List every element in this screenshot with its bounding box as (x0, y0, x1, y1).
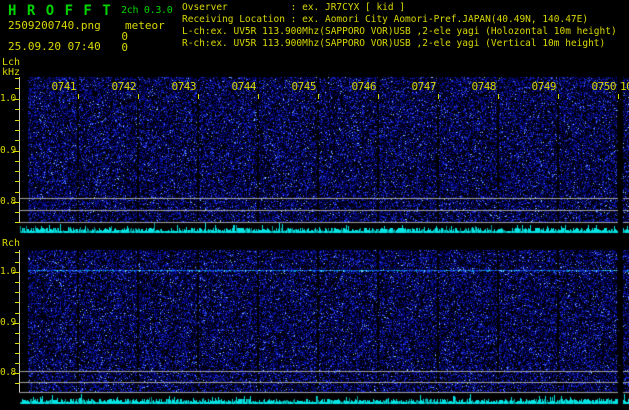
frequency-minor-tick (15, 171, 20, 172)
station-info-line: L-ch:ex. UV5R 113.900Mhz(SAPPORO VOR)USB… (182, 26, 617, 37)
frequency-minor-tick (15, 292, 20, 293)
station-info-line: R-ch:ex. UV5R 113.900Mhz(SAPPORO VOR)USB… (182, 38, 606, 49)
frequency-minor-tick (15, 78, 20, 79)
frequency-tick-label: 0.9 (0, 145, 16, 156)
time-tick-label: 0747 (411, 80, 437, 93)
station-info-line: Receiving Location : ex. Aomori City Aom… (182, 14, 589, 25)
time-tick (138, 94, 139, 99)
frequency-minor-tick (15, 88, 20, 89)
time-tick-label: 0743 (171, 80, 197, 93)
frequency-minor-tick (15, 120, 20, 121)
frequency-minor-tick (15, 161, 20, 162)
frequency-major-tick (13, 202, 20, 203)
time-tick (558, 94, 559, 99)
time-tick-label: 0741 (51, 80, 77, 93)
frequency-minor-tick (15, 353, 20, 354)
frequency-major-tick (13, 272, 20, 273)
time-tick (258, 94, 259, 99)
time-tick-label: 0742 (111, 80, 137, 93)
output-filename: 2509200740.png (8, 19, 101, 32)
frequency-major-tick (13, 373, 20, 374)
frequency-minor-tick (15, 282, 20, 283)
frequency-minor-tick (15, 333, 20, 334)
frequency-minor-tick (15, 383, 20, 384)
rch-channel-label: Rch (2, 238, 21, 249)
time-tick-label: 0746 (351, 80, 377, 93)
echo-count-short: 0 (121, 41, 128, 54)
frequency-minor-tick (15, 140, 20, 141)
time-unit-label-partial: 10s (620, 81, 629, 92)
frequency-major-tick (13, 151, 20, 152)
spectrogram-canvas (0, 0, 629, 410)
frequency-minor-tick (15, 252, 20, 253)
frequency-tick-label: 0.9 (0, 317, 16, 328)
frequency-tick-label: 1.0 (0, 93, 16, 104)
station-info-line: Ovserver : ex. JR7CYX [ kid ] (182, 2, 406, 13)
time-tick (78, 94, 79, 99)
frequency-minor-tick (15, 222, 20, 223)
time-tick-label: 0745 (291, 80, 317, 93)
frequency-minor-tick (15, 192, 20, 193)
frequency-minor-tick (15, 313, 20, 314)
time-tick-label: 0748 (471, 80, 497, 93)
mode-label: meteor (125, 19, 165, 32)
time-tick (618, 94, 619, 99)
time-tick-label: 0750 (591, 80, 617, 93)
time-tick-label: 0744 (231, 80, 257, 93)
frequency-unit-label: kHz (2, 67, 21, 78)
station-info: Ovserver : ex. JR7CYX [ kid ] Receiving L… (182, 2, 617, 50)
frequency-tick-label: 1.0 (0, 266, 16, 277)
app-version: 2ch 0.3.0 (121, 5, 173, 16)
app-title: H R O F F T (8, 3, 112, 19)
frequency-minor-tick (15, 181, 20, 182)
frequency-minor-tick (15, 130, 20, 131)
hrofft-window: H R O F F T 2ch 0.3.0 2509200740.png met… (0, 0, 629, 410)
frequency-tick-label: 0.8 (0, 367, 16, 378)
frequency-major-tick (13, 99, 20, 100)
frequency-tick-label: 0.8 (0, 196, 16, 207)
frequency-minor-tick (15, 343, 20, 344)
time-tick (378, 94, 379, 99)
time-tick-label: 0749 (531, 80, 557, 93)
time-tick (498, 94, 499, 99)
frequency-minor-tick (15, 109, 20, 110)
time-tick (198, 94, 199, 99)
timestamp: 25.09.20 07:40 (8, 40, 101, 53)
frequency-major-tick (13, 323, 20, 324)
time-tick (318, 94, 319, 99)
frequency-minor-tick (15, 212, 20, 213)
frequency-minor-tick (15, 262, 20, 263)
time-tick (438, 94, 439, 99)
frequency-minor-tick (15, 302, 20, 303)
frequency-minor-tick (15, 363, 20, 364)
